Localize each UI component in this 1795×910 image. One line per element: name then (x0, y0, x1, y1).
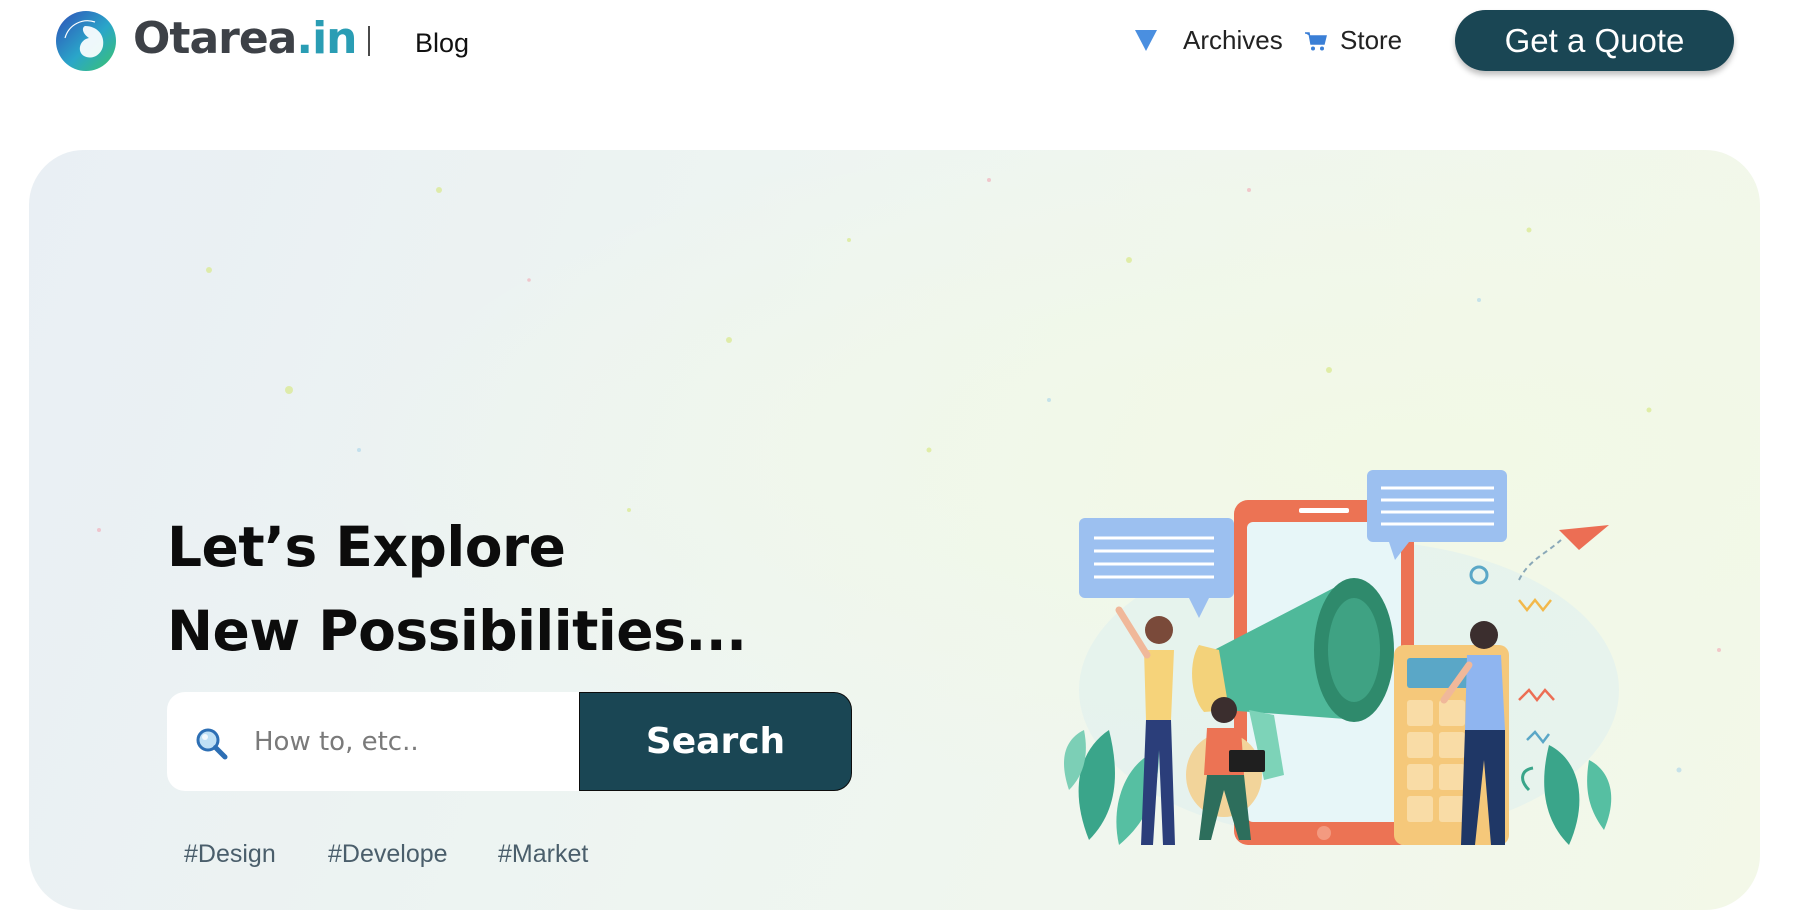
search-icon (196, 728, 228, 760)
nav-link-store[interactable]: Store (1340, 23, 1402, 57)
tag-design[interactable]: #Design (184, 838, 276, 870)
headline-line-1: Let’s Explore (167, 515, 566, 579)
site-header: Otarea.in Blog Archives Store Get a Quot… (0, 0, 1795, 88)
brand-name-main: Otarea (133, 13, 297, 64)
section-label-blog[interactable]: Blog (415, 26, 469, 60)
search-button[interactable]: Search (579, 692, 852, 791)
hero-section: Let’s Explore New Possibilities... Searc… (29, 150, 1760, 910)
cart-icon (1305, 32, 1327, 51)
triangle-down-icon (1135, 30, 1157, 51)
brand-name-tld: .in (296, 13, 357, 64)
search-input[interactable] (252, 716, 556, 768)
get-a-quote-button[interactable]: Get a Quote (1455, 10, 1734, 71)
headline-line-2: New Possibilities... (167, 599, 747, 663)
marketing-megaphone-illustration (1064, 470, 1619, 845)
brand-name[interactable]: Otarea.in (133, 13, 358, 65)
header-divider (368, 26, 370, 56)
search-box (167, 692, 579, 791)
otarea-logo-icon[interactable] (55, 10, 117, 72)
hero-headline: Let’s Explore New Possibilities... (167, 505, 747, 673)
nav-link-archives[interactable]: Archives (1183, 23, 1283, 57)
tag-market[interactable]: #Market (498, 838, 588, 870)
tag-develope[interactable]: #Develope (328, 838, 448, 870)
